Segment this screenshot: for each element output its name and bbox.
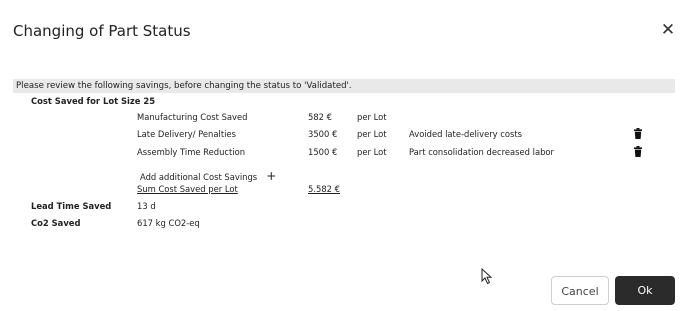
cost-row-note: Part consolidation decreased labor	[409, 147, 554, 157]
cost-row-value: 3500 €	[308, 129, 338, 139]
add-cost-savings-label: Add additional Cost Savings	[140, 172, 258, 182]
co2-value: 617 kg CO2-eq	[137, 218, 200, 228]
add-cost-savings-button[interactable]: Add additional Cost Savings +	[140, 165, 276, 182]
cost-row-value: 1500 €	[308, 147, 338, 157]
sum-cost-value: 5.582 €	[308, 184, 340, 194]
info-text: Please review the following savings, bef…	[16, 81, 352, 91]
close-icon[interactable]: ✕	[660, 20, 676, 40]
status-change-dialog: Changing of Part Status ✕ Please review …	[0, 0, 688, 311]
cost-row-unit: per Lot	[357, 147, 387, 157]
cost-row-value: 582 €	[308, 112, 332, 122]
lead-time-label: Lead Time Saved	[31, 201, 112, 211]
plus-icon: +	[266, 169, 277, 183]
info-banner: Please review the following savings, bef…	[13, 79, 675, 93]
cost-row-label: Manufacturing Cost Saved	[137, 112, 248, 122]
dialog-title: Changing of Part Status	[13, 22, 191, 40]
trash-icon[interactable]	[634, 146, 642, 157]
ok-button[interactable]: Ok	[615, 276, 675, 305]
cost-row-note: Avoided late-delivery costs	[409, 129, 523, 139]
cancel-button[interactable]: Cancel	[551, 276, 609, 305]
cost-saved-header: Cost Saved for Lot Size 25	[31, 96, 156, 106]
lead-time-value: 13 d	[137, 201, 156, 211]
mouse-pointer-icon	[481, 268, 493, 285]
cost-row-unit: per Lot	[357, 112, 387, 122]
cost-row-label: Late Delivery/ Penalties	[137, 129, 236, 139]
cost-row-label: Assembly Time Reduction	[137, 147, 246, 157]
cost-row-unit: per Lot	[357, 129, 387, 139]
sum-cost-label: Sum Cost Saved per Lot	[137, 184, 238, 194]
co2-label: Co2 Saved	[31, 218, 81, 228]
trash-icon[interactable]	[634, 128, 642, 139]
